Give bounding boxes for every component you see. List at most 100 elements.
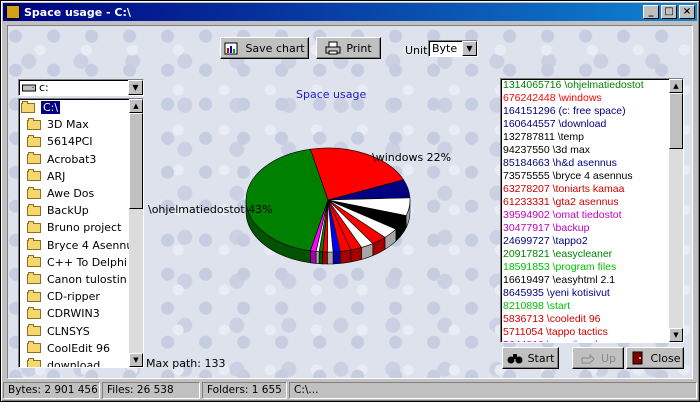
close-label: Close (650, 351, 681, 365)
usage-list[interactable]: 1314065716 \ohjelmatiedostot 676242448 \w… (500, 78, 684, 343)
usage-list-item[interactable]: 24699727 \tappo2 (501, 235, 683, 248)
usage-list-item[interactable]: 30477917 \backup (501, 222, 683, 235)
start-button[interactable]: Start (502, 347, 559, 369)
save-chart-icon (224, 42, 238, 55)
folder-icon (27, 186, 41, 199)
pie-slice-side (318, 251, 324, 265)
scroll-thumb[interactable] (669, 93, 683, 149)
directory-name: Bryce 4 Asennus (47, 238, 140, 252)
pie-label-windows: \windows 22% (372, 151, 452, 164)
directory-item[interactable]: 5614PCI (19, 133, 143, 150)
directory-item[interactable]: Bruno project (19, 219, 143, 236)
usage-list-item[interactable]: 8210898 \start (501, 300, 683, 313)
scroll-down-icon[interactable]: ▼ (669, 328, 683, 342)
usage-list-item[interactable]: 20917821 \easycleaner (501, 248, 683, 261)
chevron-down-icon[interactable]: ▼ (128, 80, 143, 95)
status-bar: Bytes: 2 901 456 615 Files: 26 538 Folde… (3, 382, 697, 399)
folder-icon (27, 238, 41, 251)
up-button[interactable]: Up (572, 347, 624, 369)
directory-item[interactable]: ARJ (19, 168, 143, 185)
directory-item[interactable]: Awe Dos (19, 185, 143, 202)
usage-list-item[interactable]: 61233331 \gta2 asennus (501, 196, 683, 209)
directory-item[interactable]: Acrobat3 (19, 151, 143, 168)
close-button[interactable]: Close (626, 347, 684, 369)
minimize-button[interactable]: _ (643, 5, 659, 19)
scroll-up-icon[interactable]: ▲ (129, 99, 143, 113)
directory-item[interactable]: download (19, 357, 143, 368)
save-chart-label: Save chart (245, 41, 305, 55)
drive-value: c: (39, 81, 49, 94)
usage-list-item[interactable]: 16619497 \easyhtml 2.1 (501, 274, 683, 287)
main-panel: Save chart Print Unit: Byte ▼ c: ▼ C:\ 3D… (7, 25, 693, 379)
directory-name: ARJ (47, 169, 66, 183)
directory-name: CLNSYS (47, 324, 90, 338)
usage-list-item[interactable]: 85184663 \h&d asennus (501, 157, 683, 170)
usage-list-item[interactable]: 94237550 \3d max (501, 144, 683, 157)
usage-list-item[interactable]: 73575555 \bryce 4 asennus (501, 170, 683, 183)
directory-name: CD-ripper (47, 290, 100, 304)
pie-slice-side (322, 251, 328, 265)
usage-list-item[interactable]: 164151296 (c: free space) (501, 105, 683, 118)
directory-item[interactable]: 3D Max (19, 116, 143, 133)
exit-door-icon (632, 351, 643, 365)
directory-name: Awe Dos (47, 187, 95, 201)
usage-list-item[interactable]: 5836713 \cooledit 96 (501, 313, 683, 326)
pie-slice-side (327, 251, 334, 265)
app-icon (6, 5, 20, 19)
directory-item[interactable]: Bryce 4 Asennus (19, 237, 143, 254)
usage-list-item[interactable]: 676242448 \windows (501, 92, 683, 105)
print-label: Print (346, 41, 372, 55)
usage-scrollbar[interactable]: ▲ ▼ (669, 79, 683, 342)
usage-list-item[interactable]: 63278207 \toniarts kamaa (501, 183, 683, 196)
folder-icon (27, 203, 41, 216)
directory-item[interactable]: CLNSYS (19, 322, 143, 339)
close-window-button[interactable]: × (679, 5, 695, 19)
maximize-button[interactable]: □ (661, 5, 677, 19)
folder-icon (27, 341, 41, 354)
folder-icon (27, 152, 41, 165)
chevron-down-icon[interactable]: ▼ (462, 41, 477, 56)
folder-icon (27, 289, 41, 302)
up-folder-icon (581, 353, 595, 364)
scroll-up-icon[interactable]: ▲ (669, 79, 683, 93)
folder-icon (27, 134, 41, 147)
directory-list[interactable]: C:\ 3D Max 5614PCI Acrobat3 ARJ Awe Dos BackUp… (18, 98, 144, 368)
directory-name: CoolEdit 96 (47, 341, 110, 355)
directory-item[interactable]: CoolEdit 96 (19, 340, 143, 357)
pie-slice-side (315, 251, 320, 265)
directory-item[interactable]: BackUp (19, 202, 143, 219)
title-bar[interactable]: Space usage - C:\ _ □ × (3, 3, 697, 21)
directory-item[interactable]: CD-ripper (19, 288, 143, 305)
usage-list-item[interactable]: 8645935 \yeni kotisivut (501, 287, 683, 300)
status-folders: Folders: 1 655 (202, 382, 287, 399)
directory-items: C:\ 3D Max 5614PCI Acrobat3 ARJ Awe Dos BackUp… (19, 99, 143, 368)
pie-label-ohjelmatiedostot: \ohjelmatiedostot 43% (148, 203, 273, 216)
unit-select[interactable]: Byte ▼ (428, 40, 478, 57)
directory-item[interactable]: C++ To Delphi (19, 254, 143, 271)
print-button[interactable]: Print (316, 37, 381, 59)
drive-select[interactable]: c: ▼ (18, 79, 144, 96)
folder-icon (27, 220, 41, 233)
directory-name: download (47, 358, 101, 368)
directory-name: C++ To Delphi (47, 255, 127, 269)
directory-item[interactable]: Canon tulostin (19, 271, 143, 288)
max-path-label: Max path: 133 (146, 357, 226, 370)
directory-item[interactable]: CDRWIN3 (19, 305, 143, 322)
folder-icon (27, 358, 41, 367)
scroll-down-icon[interactable]: ▼ (129, 353, 143, 367)
directory-name: C:\ (41, 101, 61, 115)
usage-list-item[interactable]: 18591853 \program files (501, 261, 683, 274)
directory-name: 3D Max (47, 118, 89, 132)
usage-list-item[interactable]: 5644810 \easythumb (501, 339, 683, 342)
printer-icon (325, 41, 341, 55)
scroll-thumb[interactable] (129, 113, 143, 209)
unit-value: Byte (432, 42, 458, 55)
save-chart-button[interactable]: Save chart (220, 37, 309, 59)
usage-list-item[interactable]: 39594902 \omat tiedostot (501, 209, 683, 222)
usage-list-item[interactable]: 5711054 \tappo tactics (501, 326, 683, 339)
directory-root[interactable]: C:\ (19, 99, 143, 116)
usage-list-item[interactable]: 160644557 \download (501, 118, 683, 131)
usage-list-item[interactable]: 1314065716 \ohjelmatiedostot (501, 79, 683, 92)
directory-scrollbar[interactable]: ▲ ▼ (129, 99, 143, 367)
usage-list-item[interactable]: 132787811 \temp (501, 131, 683, 144)
